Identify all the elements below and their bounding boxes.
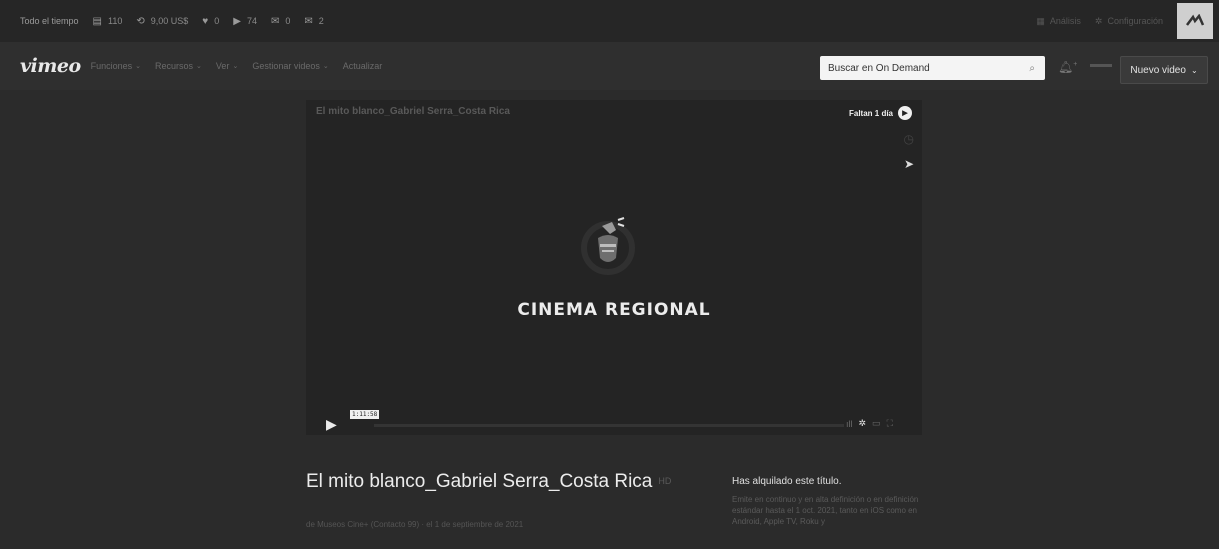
nav-label: Ver [215, 61, 230, 71]
search-input[interactable]: Buscar en On Demand ⌕ [820, 56, 1045, 80]
chevron-down-icon: ⌄ [232, 63, 239, 70]
avatar[interactable] [1090, 64, 1112, 67]
nav-label: Funciones [90, 61, 133, 71]
search-placeholder: Buscar en On Demand [828, 62, 930, 74]
mail-icon: ✉ [304, 15, 313, 27]
rooster-emblem-icon [581, 217, 635, 275]
stat-messages[interactable]: ✉ 2 [304, 16, 323, 27]
rental-description: Emite en continuo y en alta definición o… [732, 495, 919, 526]
extension-icon[interactable] [1177, 3, 1213, 39]
stat-value: 74 [246, 16, 257, 26]
comment-icon: ✉ [270, 15, 280, 27]
analytics-link[interactable]: ▦ Análisis [1036, 16, 1081, 27]
new-video-label: Nuevo video [1130, 64, 1186, 76]
nav-ver[interactable]: Ver ⌄ [216, 61, 238, 71]
topbar-links: ▦ Análisis ✲ Configuración [1036, 0, 1219, 42]
stat-value: 110 [108, 16, 123, 26]
document-icon: ▤ [92, 15, 102, 27]
stat-value: 0 [214, 16, 220, 26]
countdown-label: Faltan 1 día [848, 108, 893, 118]
vimeo-logo[interactable]: vimeo [20, 55, 81, 77]
nav-label: Actualizar [342, 61, 383, 71]
video-title: El mito blanco_Gabriel Serra_Costa Rica H… [306, 470, 726, 493]
settings-label: Configuración [1107, 16, 1163, 26]
refresh-icon: ⟲ [136, 15, 145, 27]
chevron-down-icon: ⌄ [322, 63, 329, 70]
stat-value: 0 [285, 16, 291, 26]
notification-bell-icon[interactable]: 🔔︎+ [1058, 60, 1077, 74]
gear-icon: ✲ [1094, 15, 1103, 26]
nav-gestionar-videos[interactable]: Gestionar videos ⌄ [252, 61, 328, 71]
play-button[interactable]: ▶ [326, 416, 337, 433]
rental-heading: Has alquilado este título. [732, 476, 842, 487]
period-filter[interactable]: Todo el tiempo [20, 16, 79, 26]
search-icon[interactable]: ⌕ [1029, 63, 1035, 74]
play-icon: ▶ [233, 15, 241, 27]
analytics-label: Análisis [1049, 16, 1081, 26]
nav-label: Gestionar videos [252, 61, 320, 71]
nav-actualizar[interactable]: Actualizar [343, 61, 383, 71]
cinema-regional-title: CINEMA REGIONAL [517, 300, 711, 320]
nav-funciones[interactable]: Funciones ⌄ [91, 61, 141, 71]
chart-icon: ▦ [1036, 15, 1045, 26]
stat-likes[interactable]: ♥ 0 [202, 16, 219, 27]
progress-bar[interactable] [374, 424, 844, 427]
stat-revenue[interactable]: ⟲ 9,00 US$ [136, 16, 188, 27]
chevron-down-icon: ⌄ [1190, 65, 1198, 75]
timecode: 1:11:58 [350, 410, 380, 419]
share-send-icon[interactable]: ➤ [904, 157, 914, 171]
pip-icon[interactable]: ▭ [872, 418, 881, 429]
stat-documents[interactable]: ▤ 110 [93, 16, 123, 27]
stats-bar: Todo el tiempo ▤ 110 ⟲ 9,00 US$ ♥ 0 ▶ 74… [0, 0, 1219, 42]
heart-icon: ♥ [202, 15, 209, 27]
hd-badge: HD [658, 476, 672, 487]
stat-plays[interactable]: ▶ 74 [233, 16, 257, 27]
main-nav: vimeo Funciones ⌄ Recursos ⌄ Ver ⌄ Gesti… [0, 42, 1219, 90]
nav-label: Recursos [155, 61, 194, 71]
stat-comments[interactable]: ✉ 0 [271, 16, 290, 27]
player-title[interactable]: El mito blanco_Gabriel Serra_Costa Rica [316, 106, 510, 117]
settings-link[interactable]: ✲ Configuración [1095, 16, 1163, 27]
video-player[interactable]: El mito blanco_Gabriel Serra_Costa Rica … [306, 100, 922, 435]
clock-icon[interactable]: ◷ [904, 132, 914, 146]
new-video-button[interactable]: Nuevo video ⌄ [1120, 56, 1208, 84]
fullscreen-icon[interactable]: ⛶ [887, 418, 893, 429]
chevron-down-icon: ⌄ [135, 63, 142, 70]
chevron-down-icon: ⌄ [196, 63, 202, 70]
video-title-text: El mito blanco_Gabriel Serra_Costa Rica [306, 471, 653, 492]
rental-countdown: Faltan 1 día ▶ [849, 106, 912, 120]
video-byline: de Museos Cine+ (Contacto 99) · el 1 de … [306, 520, 524, 529]
stat-value: 9,00 US$ [150, 16, 189, 26]
stat-value: 2 [318, 16, 324, 26]
player-controls: ıll ✲ ▭ ⛶ [846, 418, 899, 429]
play-circle-icon[interactable]: ▶ [898, 106, 912, 120]
nav-recursos[interactable]: Recursos ⌄ [155, 61, 202, 71]
settings-gear-icon[interactable]: ✲ [859, 418, 867, 429]
volume-icon[interactable]: ıll [846, 419, 853, 429]
